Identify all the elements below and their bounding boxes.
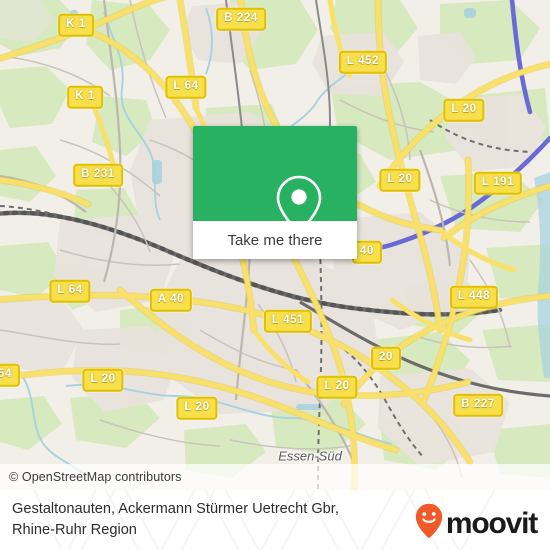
map-screenshot: K 1B 224 L 452 K 1L 64 L 20 B 231 L 20 L 191 40… xyxy=(0,0,550,550)
road-shield: L 20 xyxy=(82,368,124,392)
place-title-line1: Gestaltonauten, Ackermann Stürmer Uetrec… xyxy=(12,501,339,517)
map-canvas[interactable]: K 1B 224 L 452 K 1L 64 L 20 B 231 L 20 L 191 40… xyxy=(0,0,550,490)
map-attribution: © OpenStreetMap contributors xyxy=(0,464,550,490)
road-shield: L 64 xyxy=(165,75,207,99)
road-shield: L 451 xyxy=(263,309,313,333)
attribution-text: © OpenStreetMap contributors xyxy=(9,470,182,484)
popup-tail xyxy=(266,258,284,259)
road-shield: L 64 xyxy=(49,279,91,303)
road-shield: B 224 xyxy=(216,7,266,31)
road-shield: B 227 xyxy=(453,393,503,417)
place-title-line2: Rhine-Ruhr Region xyxy=(12,522,137,538)
road-shield: L 20 xyxy=(176,396,218,420)
popup-header xyxy=(193,126,357,235)
moovit-smiley-pin-icon xyxy=(415,503,443,544)
place-title: Gestaltonauten, Ackermann Stürmer Uetrec… xyxy=(12,499,382,541)
road-shield: B 231 xyxy=(73,163,123,187)
moovit-logo[interactable]: moovit xyxy=(415,503,538,544)
road-shield: L 452 xyxy=(338,50,388,74)
take-me-there-popup[interactable]: Take me there xyxy=(193,126,357,259)
road-shield: L 20 xyxy=(379,168,421,192)
road-shield: A 40 xyxy=(149,288,193,312)
road-shield: L 191 xyxy=(473,171,523,195)
road-shield: 54 xyxy=(0,363,20,387)
road-shield: K 1 xyxy=(58,13,94,37)
road-shield: 20 xyxy=(371,346,401,370)
road-shield: L 448 xyxy=(449,285,499,309)
road-shield: L 20 xyxy=(316,375,358,399)
road-shield: L 20 xyxy=(443,98,485,122)
road-shield: K 1 xyxy=(67,85,103,109)
moovit-wordmark: moovit xyxy=(445,506,538,540)
footer-bar: Gestaltonauten, Ackermann Stürmer Uetrec… xyxy=(0,490,550,550)
place-label: Essen-Süd xyxy=(278,448,342,464)
